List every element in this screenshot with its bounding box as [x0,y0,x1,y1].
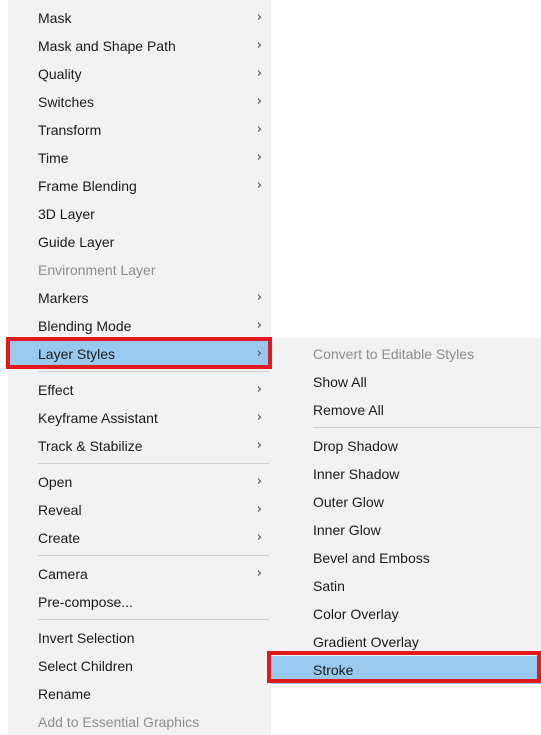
menu-item-label: Select Children [38,658,133,674]
menu-item-time[interactable]: Time › [8,144,271,172]
menu-item-effect[interactable]: Effect › [8,376,271,404]
menu-separator [38,463,269,464]
chevron-right-icon: › [256,94,262,109]
chevron-right-icon: › [256,474,262,489]
menu-separator [38,555,269,556]
menu-item-label: Environment Layer [38,262,156,278]
menu-item-label: Mask [38,10,72,26]
menu-item-label: Blending Mode [38,318,132,334]
menu-item-label: Bevel and Emboss [313,550,430,566]
chevron-right-icon: › [256,318,262,333]
menu-item-label: Inner Glow [313,522,381,538]
menu-item-label: Markers [38,290,89,306]
menu-item-label: Drop Shadow [313,438,398,454]
menu-item-label: Layer Styles [38,346,116,362]
menu-item-add-to-essential-graphics: Add to Essential Graphics [8,708,271,735]
submenu-item-outer-glow[interactable]: Outer Glow [271,488,541,516]
menu-item-label: Guide Layer [38,234,115,250]
menu-item-label: Effect [38,382,74,398]
submenu-item-color-overlay[interactable]: Color Overlay [271,600,541,628]
chevron-right-icon: › [256,382,262,397]
chevron-right-icon: › [256,290,262,305]
chevron-right-icon: › [256,66,262,81]
menu-item-label: Stroke [313,662,354,678]
menu-item-label: Quality [38,66,82,82]
submenu-item-convert-to-editable-styles: Convert to Editable Styles [271,340,541,368]
menu-item-label: Open [38,474,73,490]
menu-item-mask[interactable]: Mask › [8,4,271,32]
menu-item-label: Inner Shadow [313,466,400,482]
menu-item-frame-blending[interactable]: Frame Blending › [8,172,271,200]
menu-item-label: 3D Layer [38,206,95,222]
menu-item-open[interactable]: Open › [8,468,271,496]
menu-item-label: Switches [38,94,95,110]
menu-item-label: Time [38,150,69,166]
chevron-right-icon: › [256,10,262,25]
menu-item-label: Reveal [38,502,82,518]
layer-context-menu: Mask › Mask and Shape Path › Quality › S… [8,0,271,735]
menu-item-reveal[interactable]: Reveal › [8,496,271,524]
submenu-item-remove-all[interactable]: Remove All [271,396,541,424]
menu-item-invert-selection[interactable]: Invert Selection [8,624,271,652]
menu-item-label: Satin [313,578,345,594]
chevron-right-icon: › [256,502,262,517]
menu-item-keyframe-assistant[interactable]: Keyframe Assistant › [8,404,271,432]
chevron-right-icon: › [256,566,262,581]
submenu-item-drop-shadow[interactable]: Drop Shadow [271,432,541,460]
menu-item-label: Convert to Editable Styles [313,346,475,362]
menu-item-mask-and-shape-path[interactable]: Mask and Shape Path › [8,32,271,60]
menu-item-label: Rename [38,686,91,702]
menu-item-label: Gradient Overlay [313,634,419,650]
menu-item-quality[interactable]: Quality › [8,60,271,88]
chevron-right-icon: › [256,122,262,137]
menu-item-label: Invert Selection [38,630,135,646]
menu-item-blending-mode[interactable]: Blending Mode › [8,312,271,340]
menu-item-label: Create [38,530,81,546]
menu-item-camera[interactable]: Camera › [8,560,271,588]
menu-separator [38,371,269,372]
menu-item-label: Transform [38,122,102,138]
context-menu-screen: Mask › Mask and Shape Path › Quality › S… [0,0,541,735]
chevron-right-icon: › [256,150,262,165]
menu-item-label: Color Overlay [313,606,399,622]
layer-styles-submenu: Convert to Editable Styles Show All Remo… [271,338,541,684]
chevron-right-icon: › [256,530,262,545]
chevron-right-icon: › [256,38,262,53]
menu-item-track-and-stabilize[interactable]: Track & Stabilize › [8,432,271,460]
menu-item-label: Keyframe Assistant [38,410,158,426]
menu-item-label: Show All [313,374,367,390]
menu-item-label: Track & Stabilize [38,438,143,454]
menu-item-label: Outer Glow [313,494,384,510]
submenu-item-bevel-and-emboss[interactable]: Bevel and Emboss [271,544,541,572]
menu-item-pre-compose[interactable]: Pre-compose... [8,588,271,616]
menu-item-label: Frame Blending [38,178,137,194]
submenu-item-satin[interactable]: Satin [271,572,541,600]
menu-separator [313,427,541,428]
menu-item-label: Add to Essential Graphics [38,714,200,730]
submenu-item-stroke[interactable]: Stroke [271,656,541,684]
menu-item-layer-styles[interactable]: Layer Styles › [8,340,271,368]
menu-item-switches[interactable]: Switches › [8,88,271,116]
menu-item-label: Mask and Shape Path [38,38,176,54]
chevron-right-icon: › [256,178,262,193]
menu-item-rename[interactable]: Rename [8,680,271,708]
menu-item-label: Pre-compose... [38,594,133,610]
menu-item-label: Camera [38,566,88,582]
submenu-item-show-all[interactable]: Show All [271,368,541,396]
chevron-right-icon: › [256,410,262,425]
menu-separator [38,619,269,620]
menu-item-environment-layer: Environment Layer [8,256,271,284]
menu-item-transform[interactable]: Transform › [8,116,271,144]
menu-item-select-children[interactable]: Select Children [8,652,271,680]
menu-item-markers[interactable]: Markers › [8,284,271,312]
chevron-right-icon: › [256,346,262,361]
submenu-item-inner-shadow[interactable]: Inner Shadow [271,460,541,488]
menu-item-guide-layer[interactable]: Guide Layer [8,228,271,256]
chevron-right-icon: › [256,438,262,453]
menu-item-label: Remove All [313,402,384,418]
menu-item-create[interactable]: Create › [8,524,271,552]
menu-item-3d-layer[interactable]: 3D Layer [8,200,271,228]
submenu-item-gradient-overlay[interactable]: Gradient Overlay [271,628,541,656]
submenu-item-inner-glow[interactable]: Inner Glow [271,516,541,544]
